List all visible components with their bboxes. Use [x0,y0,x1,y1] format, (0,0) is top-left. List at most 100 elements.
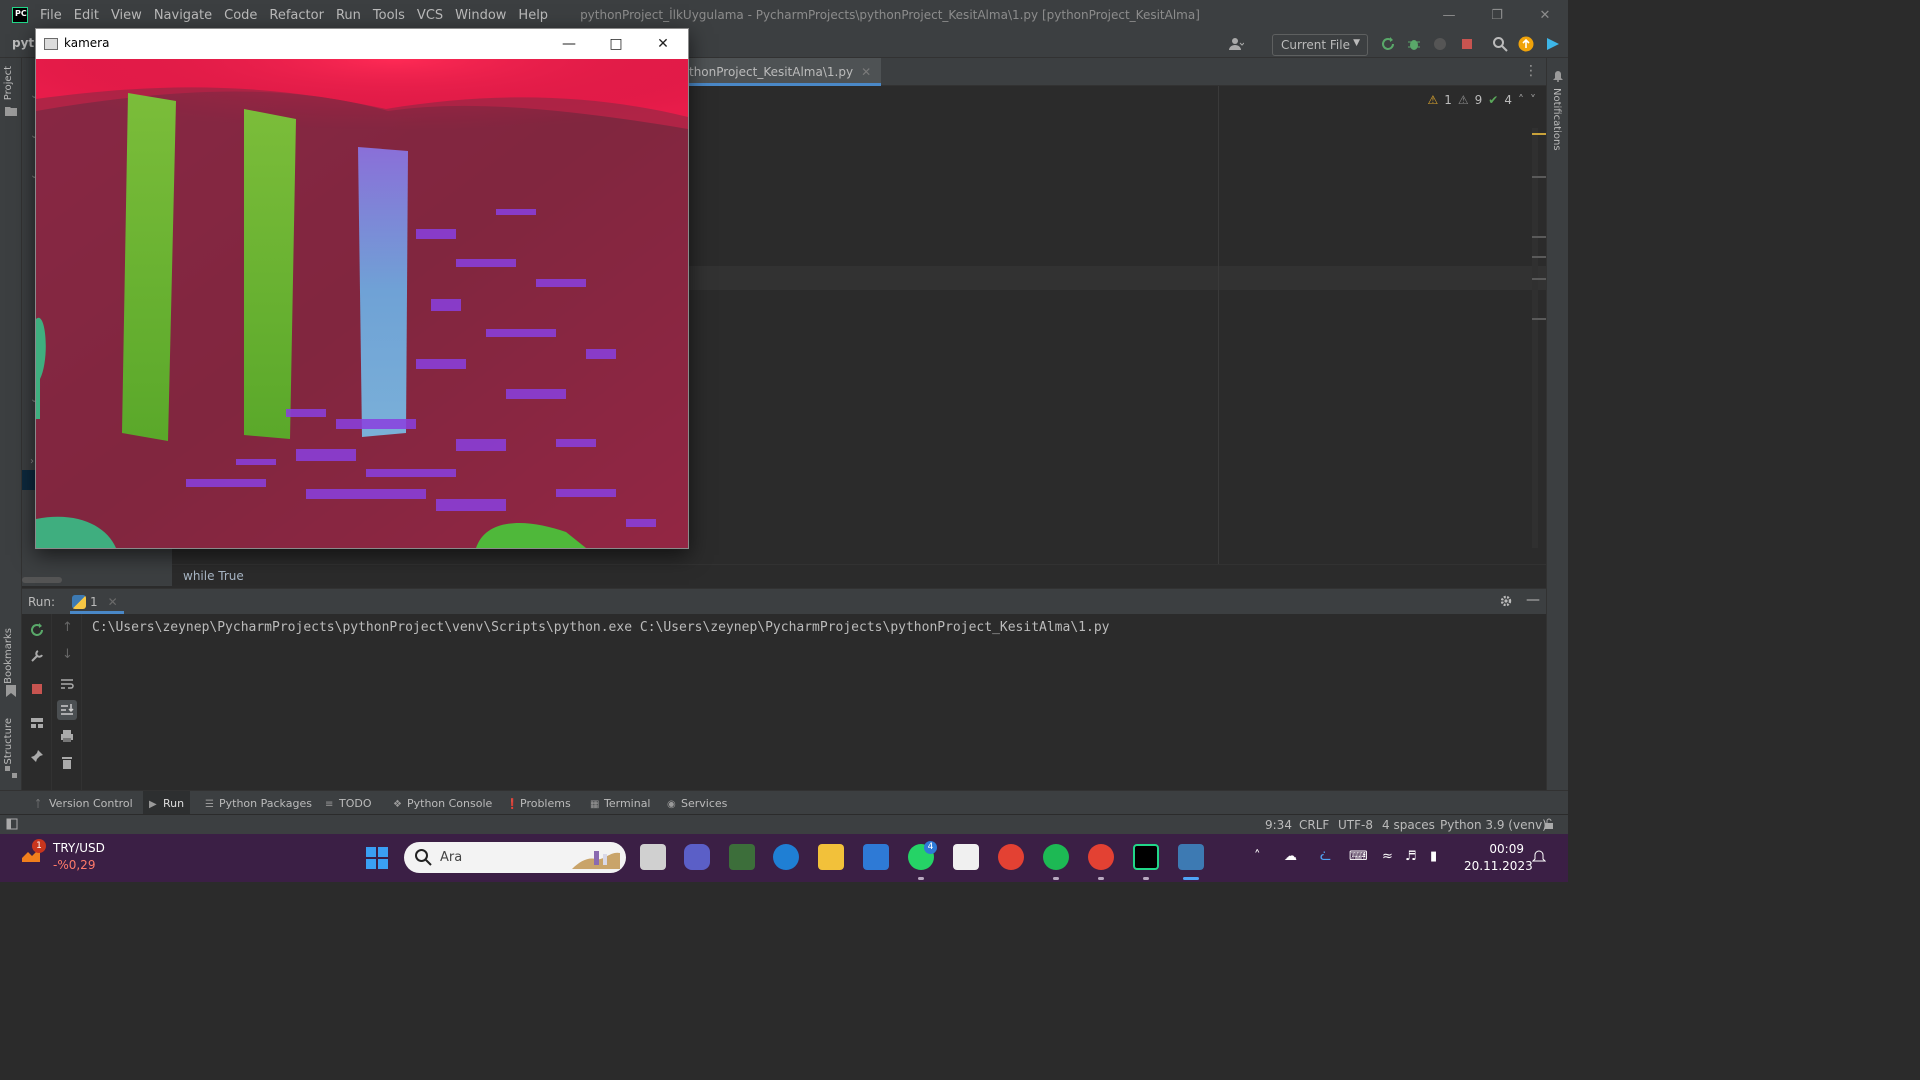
error-stripe-mark[interactable] [1532,318,1546,320]
tab-python-packages[interactable]: ☰ Python Packages [199,791,318,815]
error-stripe-mark[interactable] [1532,278,1546,280]
tab-run[interactable]: ▶ Run [143,791,191,815]
file-encoding[interactable]: UTF-8 [1338,818,1373,832]
teams-chat-icon[interactable] [684,844,710,870]
arrow-up-icon[interactable]: ↑ [62,620,73,635]
run-tab[interactable]: 1 ✕ [70,589,124,614]
layout-icon[interactable] [29,715,45,731]
wifi-icon[interactable]: ≈ [1382,849,1393,864]
structure-tool-button[interactable]: Structure [3,718,14,765]
error-stripe-mark[interactable] [1532,236,1546,238]
chevron-down-icon[interactable]: ˅ [1530,93,1536,107]
vertical-scrollbar[interactable] [1532,128,1538,548]
menu-file[interactable]: File [40,8,62,23]
minimize-button[interactable]: — [1426,0,1472,30]
close-tab-icon[interactable]: ✕ [108,595,118,609]
line-separator[interactable]: CRLF [1299,818,1329,832]
close-button[interactable]: ✕ [1522,0,1568,30]
menu-refactor[interactable]: Refactor [269,8,324,23]
bell-icon[interactable] [1552,70,1564,82]
spotify-icon[interactable] [1043,844,1069,870]
tab-version-control[interactable]: ᛏ Version Control [29,791,139,815]
horizontal-scrollbar[interactable] [22,577,62,583]
microsoft-store-icon[interactable] [953,844,979,870]
error-stripe-mark[interactable] [1532,133,1546,135]
run-configuration-select[interactable]: Current File ▼ [1272,34,1368,56]
debug-icon[interactable] [1406,36,1422,52]
close-tab-icon[interactable]: ✕ [861,65,871,79]
edge-browser-icon[interactable] [773,844,799,870]
bell-icon[interactable] [1532,850,1546,864]
search-icon[interactable] [1492,36,1508,52]
camera-window-titlebar[interactable]: kamera — □ ✕ [36,29,688,59]
menu-view[interactable]: View [111,8,142,23]
tree-collapse-icon[interactable]: › [30,456,34,467]
stop-icon[interactable] [1459,36,1475,52]
maximize-button[interactable]: □ [593,29,639,59]
task-view-icon[interactable] [640,844,666,870]
restore-button[interactable]: ❐ [1474,0,1520,30]
minimize-button[interactable]: — [546,29,592,59]
pycharm-logo-icon[interactable]: PC [12,7,28,23]
error-stripe-mark[interactable] [1532,176,1546,178]
clock-time[interactable]: 00:09 [1482,842,1524,856]
arrow-down-icon[interactable]: ↓ [62,647,73,662]
menu-help[interactable]: Help [518,8,548,23]
close-button[interactable]: ✕ [640,29,686,59]
scroll-to-end-icon[interactable] [57,700,77,720]
toggle-tool-windows-icon[interactable] [6,818,18,830]
menu-code[interactable]: Code [224,8,257,23]
editor-tab-active[interactable]: thonProject_KesitAlma\1.py ✕ [687,58,882,86]
calculator-app-icon[interactable] [729,844,755,870]
pycharm-taskbar-icon[interactable] [1133,844,1159,870]
ticker-name[interactable]: TRY/USD [53,841,105,855]
chevron-up-icon[interactable]: ˄ [1254,849,1261,864]
user-dropdown-icon[interactable] [1228,36,1244,52]
menu-vcs[interactable]: VCS [417,8,443,23]
more-vertical-icon[interactable]: ⋮ [1524,63,1538,79]
battery-icon[interactable]: ▮ [1430,849,1437,864]
tab-todo[interactable]: ≡ TODO [319,791,378,815]
chevron-up-icon[interactable]: ˄ [1518,93,1524,107]
project-tool-button[interactable]: Project [3,66,14,100]
rerun-icon[interactable] [1380,36,1396,52]
file-explorer-icon[interactable] [818,844,844,870]
soft-wrap-icon[interactable] [59,676,75,692]
tab-terminal[interactable]: ▦ Terminal [584,791,657,815]
keyboard-icon[interactable]: ⌨ [1349,849,1368,864]
tab-python-console[interactable]: ❖ Python Console [387,791,498,815]
print-icon[interactable] [59,728,75,744]
pin-icon[interactable] [29,748,45,764]
wrench-icon[interactable] [29,648,45,664]
bookmarks-tool-button[interactable]: Bookmarks [3,628,14,684]
lock-icon[interactable] [1543,818,1555,830]
gear-icon[interactable] [1499,594,1513,608]
error-stripe-mark[interactable] [1532,256,1546,258]
rerun-icon[interactable] [29,622,45,638]
chrome-profile-icon[interactable] [1088,844,1114,870]
menu-tools[interactable]: Tools [373,8,405,23]
python-taskbar-icon[interactable] [1178,844,1204,870]
update-icon[interactable] [1518,36,1534,52]
chrome-icon[interactable] [998,844,1024,870]
volume-icon[interactable]: ♬ [1405,849,1417,864]
stop-icon[interactable] [29,681,45,697]
onedrive-cloud-icon[interactable]: ☁ [1284,849,1297,864]
menu-run[interactable]: Run [336,8,361,23]
menu-edit[interactable]: Edit [74,8,99,23]
taskbar-search[interactable]: Ara [404,842,626,873]
caret-position[interactable]: 9:34 [1265,818,1292,832]
menu-navigate[interactable]: Navigate [154,8,212,23]
bluetooth-icon[interactable]: ᓛ [1320,849,1331,864]
inspection-widget[interactable]: ⚠ 1 ⚠ 9 ✔ 4 ˄ ˅ [1427,93,1536,107]
trash-icon[interactable] [59,754,75,770]
tree-selected-row[interactable] [22,470,36,490]
jetbrains-ai-icon[interactable] [1545,36,1561,52]
tab-services[interactable]: ◉ Services [661,791,733,815]
notifications-tool-button[interactable]: Notifications [1551,88,1562,151]
tab-problems[interactable]: ❗ Problems [500,791,577,815]
interpreter-selector[interactable]: Python 3.9 (venv) [1440,818,1547,832]
clock-date[interactable]: 20.11.2023 [1464,859,1533,873]
indent-setting[interactable]: 4 spaces [1382,818,1435,832]
windows-start-icon[interactable] [365,846,389,870]
